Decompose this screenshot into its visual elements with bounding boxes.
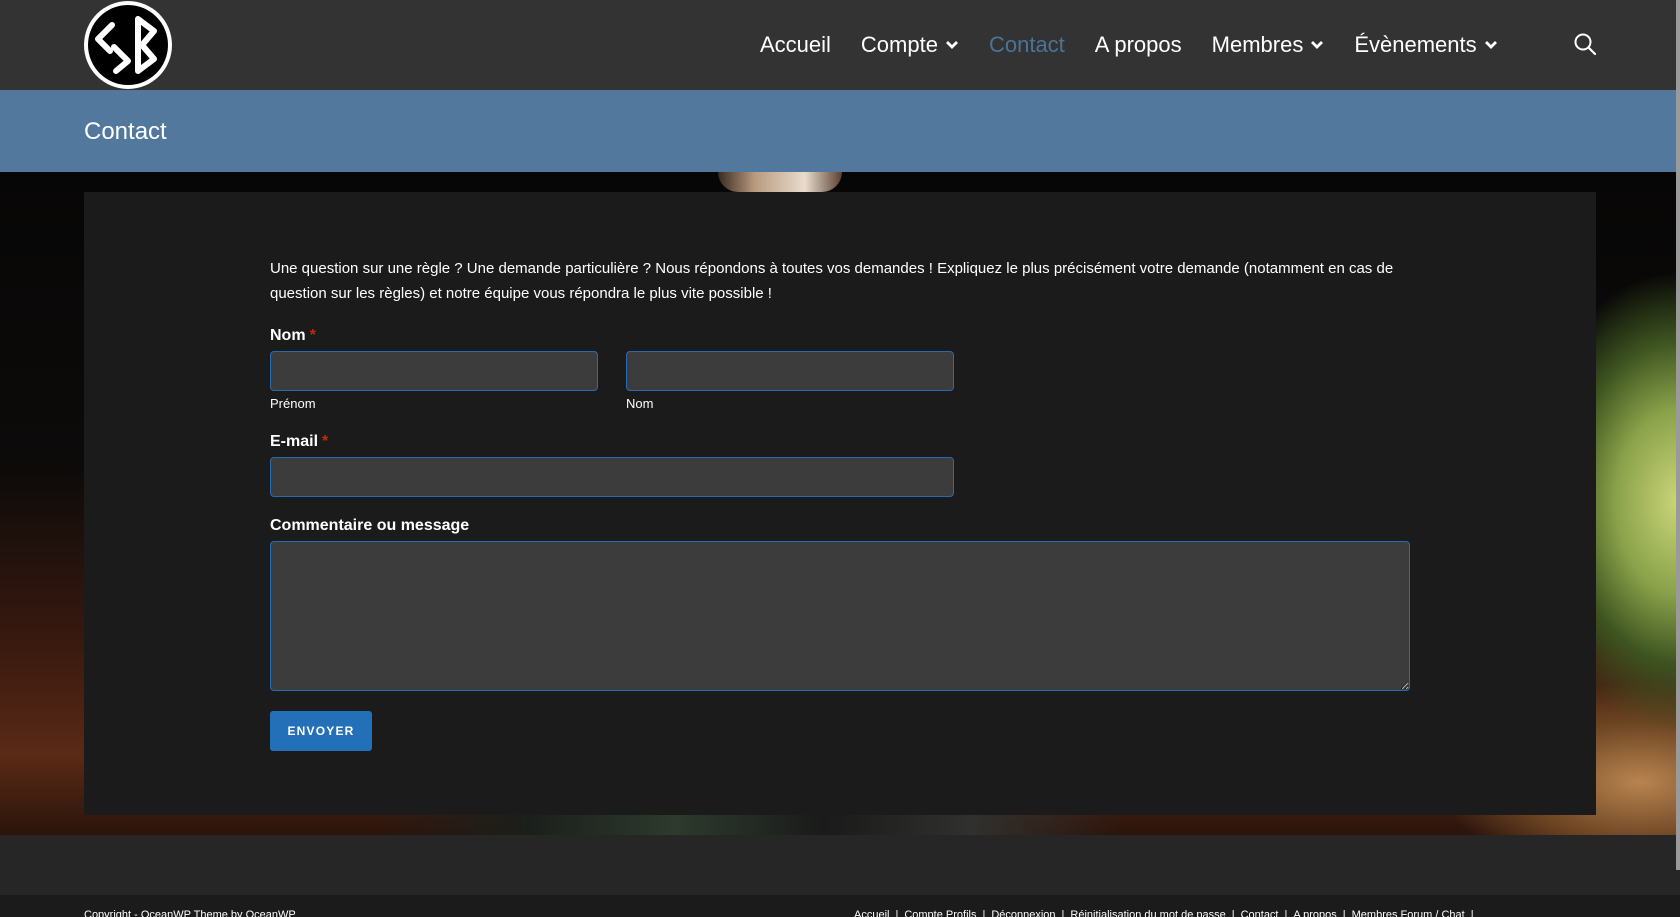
site-logo[interactable]: [84, 1, 172, 89]
message-label: Commentaire ou message: [270, 517, 470, 534]
footer-separator: |: [1342, 909, 1346, 917]
footer-menu: Accueil | Compte Profils | Déconnexion |…: [854, 909, 1480, 917]
footer-separator: |: [1061, 909, 1065, 917]
background-miniatures: [380, 815, 1120, 835]
search-icon[interactable]: [1573, 32, 1597, 56]
page-scrollbar[interactable]: [1676, 0, 1680, 870]
main-nav: Accueil Compte Contact A propos Membres …: [760, 0, 1528, 90]
page-header-band: Contact: [0, 90, 1680, 172]
chevron-down-icon: [945, 40, 959, 50]
background-figure: [718, 172, 842, 192]
message-textarea[interactable]: [270, 541, 1410, 691]
footer-separator: |: [1470, 909, 1474, 917]
footer-link-a-propos[interactable]: A propos: [1293, 909, 1336, 917]
footer-separator: |: [895, 909, 899, 917]
footer-link-membres-forum[interactable]: Membres Forum / Chat: [1352, 909, 1465, 917]
nav-item-evenements[interactable]: Évènements: [1354, 32, 1497, 58]
footer-link-deconnexion[interactable]: Déconnexion: [991, 909, 1055, 917]
footer-link-compte-profils[interactable]: Compte Profils: [904, 909, 976, 917]
footer-bar: Copyright - OceanWP Theme by OceanWP Acc…: [0, 895, 1680, 917]
last-name-sublabel: Nom: [626, 396, 654, 411]
email-label: E-mail *: [270, 433, 328, 451]
chevron-down-icon: [1484, 40, 1498, 50]
logo-glyph-icon: [95, 16, 157, 74]
chevron-down-icon: [1310, 40, 1324, 50]
nav-label: A propos: [1094, 32, 1182, 57]
nav-item-contact[interactable]: Contact: [989, 32, 1065, 58]
footer-separator: |: [982, 909, 986, 917]
first-name-sublabel: Prénom: [270, 396, 316, 411]
nav-item-accueil[interactable]: Accueil: [760, 32, 831, 58]
nav-label: Contact: [988, 32, 1065, 57]
logo-badge: [88, 5, 168, 85]
footer-link-reinitialisation[interactable]: Réinitialisation du mot de passe: [1070, 909, 1225, 917]
nav-label: Membres: [1211, 32, 1304, 57]
required-mark: *: [322, 433, 329, 450]
last-name-input[interactable]: [626, 351, 954, 391]
nav-label: Évènements: [1354, 32, 1477, 57]
email-field[interactable]: [270, 457, 954, 497]
submit-button[interactable]: ENVOYER: [270, 711, 372, 751]
nav-label: Compte: [860, 32, 938, 57]
copyright-text: Copyright - OceanWP Theme by OceanWP: [84, 909, 296, 917]
footer-separator: |: [1284, 909, 1288, 917]
footer-separator: |: [1231, 909, 1235, 917]
page-title: Contact: [84, 118, 167, 145]
footer-link-accueil[interactable]: Accueil: [854, 909, 889, 917]
name-label: Nom *: [270, 327, 316, 345]
name-label-text: Nom: [270, 327, 306, 344]
required-mark: *: [309, 327, 316, 344]
nav-item-compte[interactable]: Compte: [861, 32, 959, 58]
email-label-text: E-mail: [270, 433, 319, 450]
footer-widgets: [0, 835, 1680, 895]
form-intro-text: Une question sur une règle ? Une demande…: [270, 260, 1394, 302]
nav-item-membres[interactable]: Membres: [1212, 32, 1325, 58]
first-name-input[interactable]: [270, 351, 598, 391]
footer-link-contact[interactable]: Contact: [1241, 909, 1279, 917]
site-header: Accueil Compte Contact A propos Membres …: [0, 0, 1680, 90]
nav-label: Accueil: [760, 32, 831, 57]
nav-item-a-propos[interactable]: A propos: [1095, 32, 1182, 58]
